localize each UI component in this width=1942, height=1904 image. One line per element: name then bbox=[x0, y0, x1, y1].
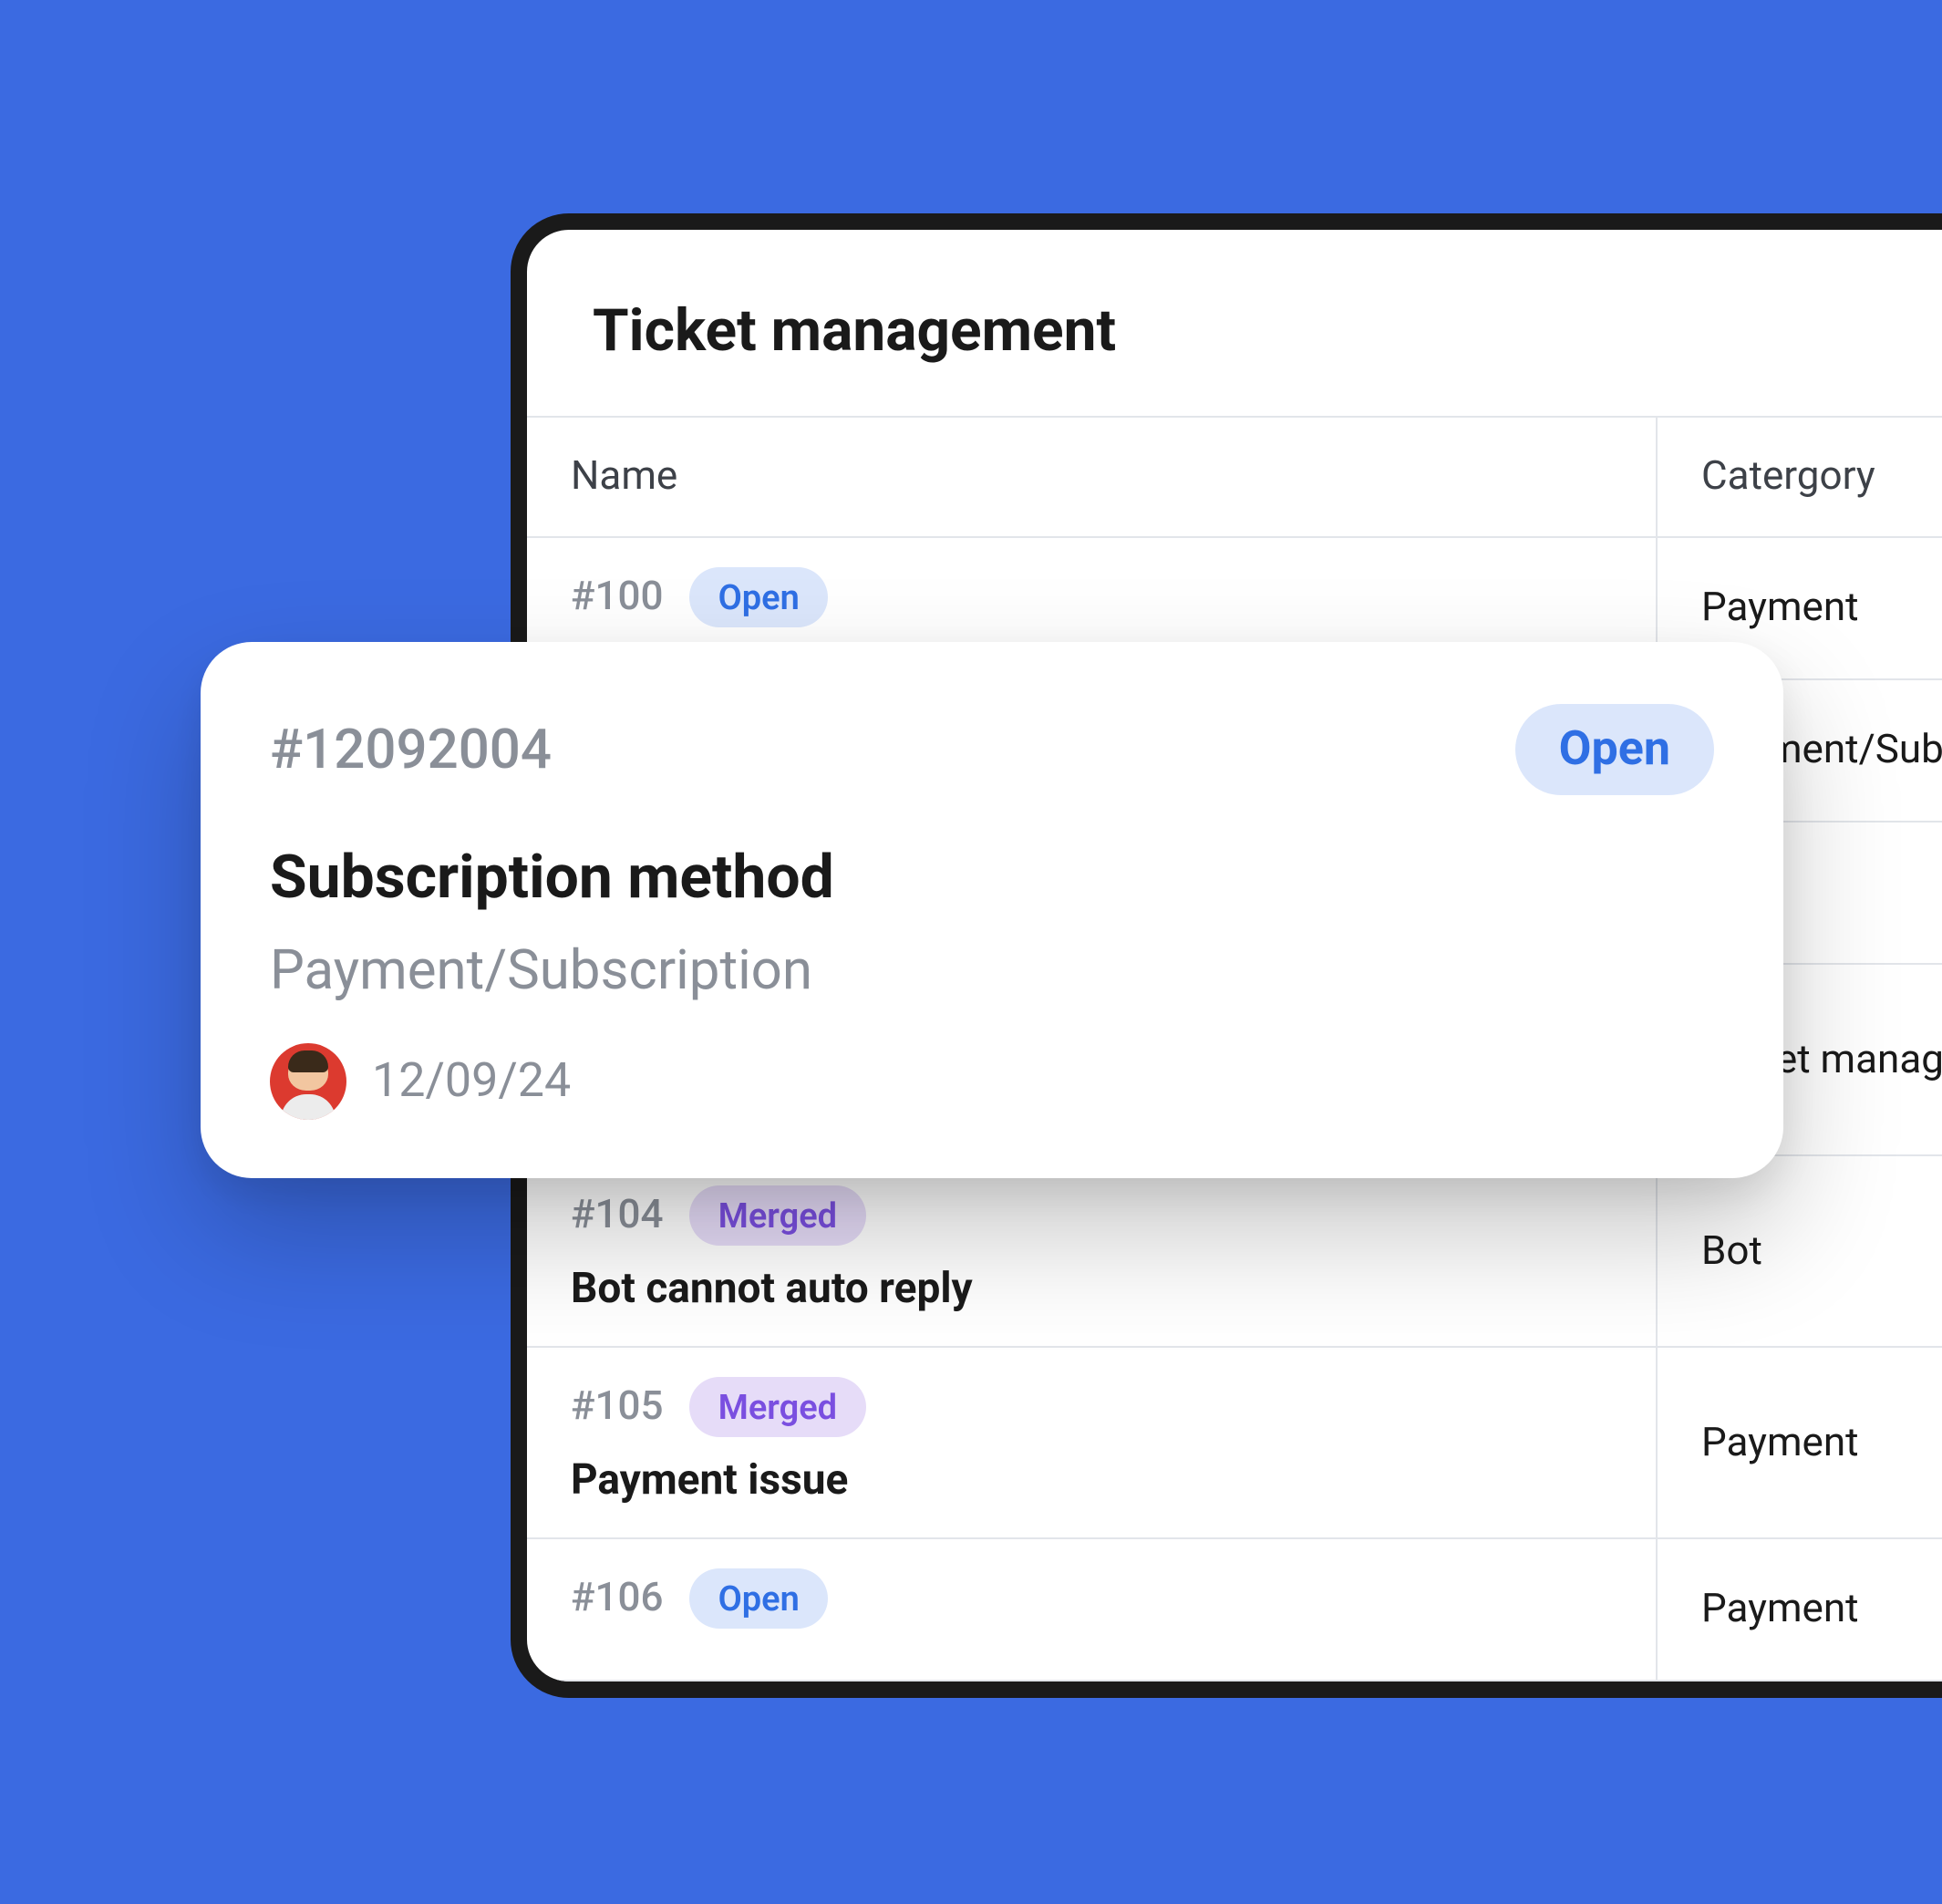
ticket-title: Subscription method bbox=[270, 843, 1714, 914]
ticket-category: Payment/Subscription bbox=[270, 939, 1714, 1003]
ticket-name: Bot cannot auto reply bbox=[571, 1264, 1612, 1313]
ticket-date: 12/09/24 bbox=[372, 1054, 571, 1109]
cell-category: Bot bbox=[1658, 1156, 1942, 1346]
status-badge: Open bbox=[1515, 704, 1714, 795]
table-row[interactable]: #104 Merged Bot cannot auto reply Bot bbox=[527, 1156, 1942, 1348]
status-badge: Merged bbox=[689, 1377, 867, 1437]
cell-category: Payment bbox=[1658, 1348, 1942, 1537]
ticket-name: Payment issue bbox=[571, 1455, 1612, 1505]
ticket-id: #100 bbox=[571, 574, 664, 620]
table-row[interactable]: #106 Open Payment bbox=[527, 1539, 1942, 1682]
column-header-name[interactable]: Name bbox=[527, 418, 1658, 536]
ticket-id: #105 bbox=[571, 1384, 664, 1430]
column-header-category[interactable]: Catergory bbox=[1658, 418, 1942, 536]
page-title: Ticket management bbox=[527, 295, 1942, 416]
status-badge: Open bbox=[689, 567, 829, 627]
status-badge: Open bbox=[689, 1568, 829, 1629]
cell-category: Payment bbox=[1658, 1539, 1942, 1680]
table-row[interactable]: #105 Merged Payment issue Payment bbox=[527, 1348, 1942, 1539]
cell-name: #105 Merged Payment issue bbox=[527, 1348, 1658, 1537]
ticket-id: #106 bbox=[571, 1576, 664, 1621]
table-header: Name Catergory bbox=[527, 418, 1942, 538]
ticket-detail-card[interactable]: #12092004 Open Subscription method Payme… bbox=[201, 642, 1783, 1178]
status-badge: Merged bbox=[689, 1185, 867, 1246]
ticket-id: #104 bbox=[571, 1193, 664, 1238]
cell-name: #106 Open bbox=[527, 1539, 1658, 1680]
ticket-id: #12092004 bbox=[270, 718, 552, 781]
cell-name: #104 Merged Bot cannot auto reply bbox=[527, 1156, 1658, 1346]
assignee-avatar[interactable] bbox=[270, 1043, 346, 1120]
